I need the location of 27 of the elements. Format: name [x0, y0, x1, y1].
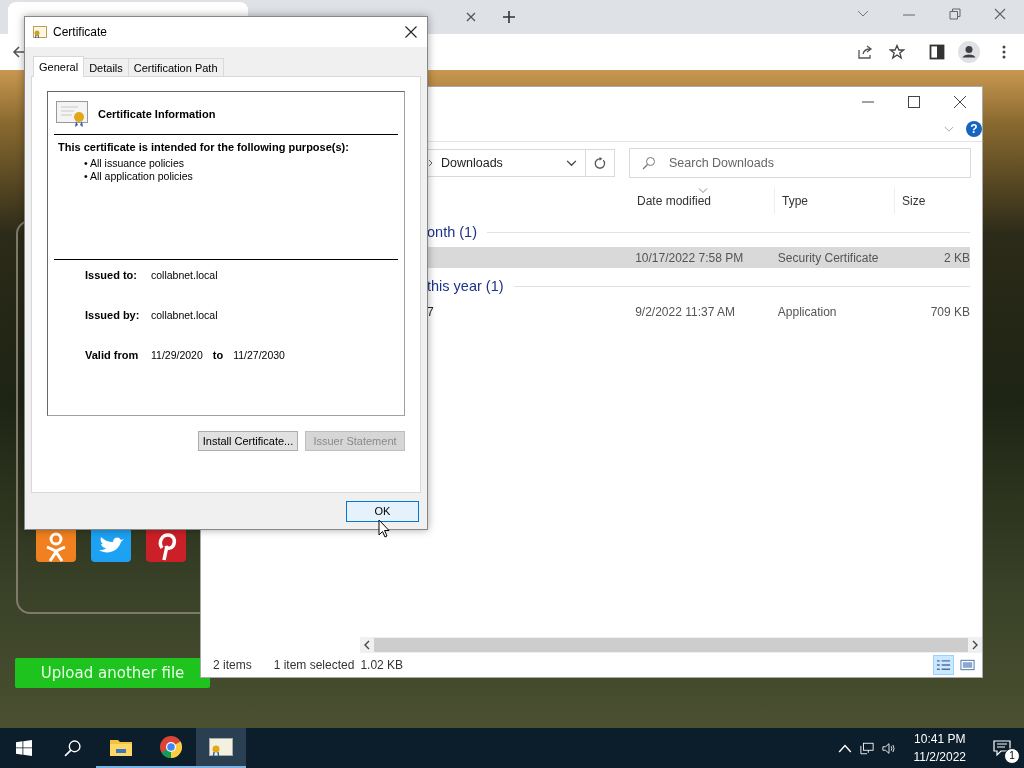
date-cell-text: 9/2/2022 11:37 AM [634, 304, 736, 319]
clock-date: 11/2/2022 [913, 750, 966, 764]
type-cell-text: Security Certificate [777, 250, 880, 265]
type-cell-text: Application [777, 304, 838, 319]
selection-size: 1.02 KB [360, 658, 404, 672]
selection-count: 1 item selected [273, 658, 355, 672]
field-value: collabnet.local [151, 269, 218, 281]
file-name: 7 [427, 304, 434, 319]
item-count: 2 items [213, 658, 252, 672]
purpose-item: • All application policies [83, 170, 194, 183]
dialog-title: Certificate [53, 25, 109, 39]
purpose-heading: This certificate is intended for the following purpose(s): [58, 141, 350, 153]
field-value: collabnet.local [151, 309, 218, 321]
address-text: Downloads [441, 156, 504, 170]
date-cell-text: 10/17/2022 7:58 PM [634, 250, 745, 265]
field-label: to [212, 349, 224, 361]
field-value: 11/27/2030 [233, 349, 285, 361]
clock-time: 10:41 PM [914, 732, 966, 746]
size-cell-text: 2 KB [943, 250, 970, 265]
field-label: Valid from [85, 349, 140, 361]
field-label: Issued to: [85, 269, 138, 281]
section-heading: Certificate Information [98, 108, 216, 120]
purpose-item: • All issuance policies [83, 157, 185, 170]
field-label: Issued by: [85, 309, 141, 321]
notification-count: 1 [1004, 748, 1020, 764]
field-value: 11/29/2020 [151, 349, 203, 361]
size-cell-text: 709 KB [929, 304, 970, 319]
